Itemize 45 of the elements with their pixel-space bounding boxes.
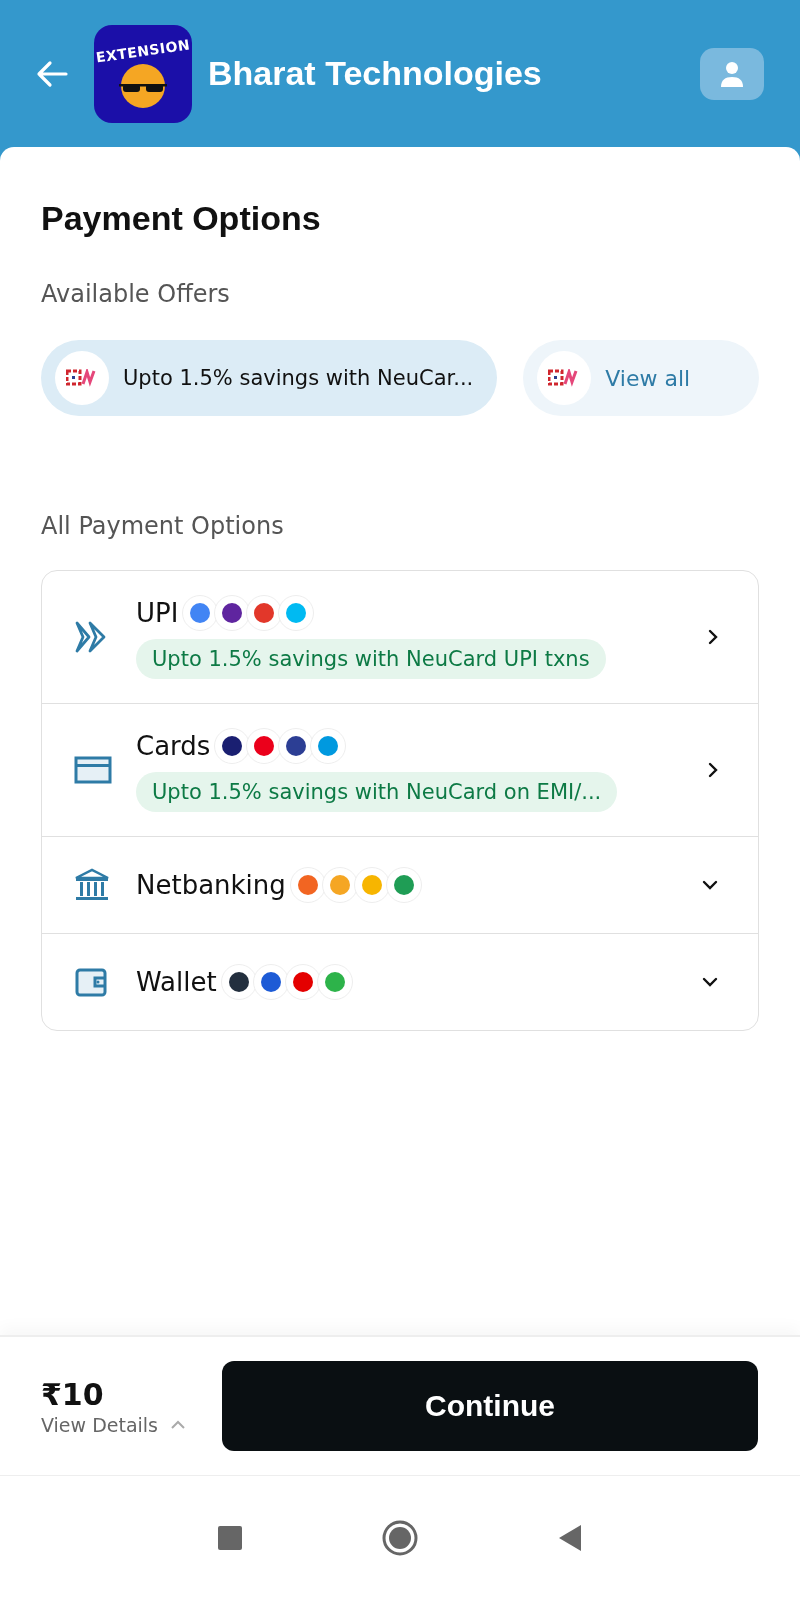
provider-logo-icon [310,728,347,764]
page-title: Payment Options [41,199,322,238]
view-details-link[interactable]: View Details [41,1413,186,1436]
back-arrow-icon[interactable] [36,59,68,88]
payment-method-name: UPI [136,598,179,628]
provider-logo-icon [353,867,390,903]
offer-badge: Upto 1.5% savings with NeuCard on EMI/... [136,772,618,812]
payment-option-row[interactable]: UPI Upto 1.5% savings with NeuCard UPI txns [42,571,758,703]
offer-chip[interactable]: Upto 1.5% savings with NeuCar... [41,340,498,416]
payment-option-row[interactable]: Wallet [42,933,758,1030]
provider-logo-icon [321,867,358,903]
provider-logo-icon [278,595,315,631]
payment-method-name: Cards [136,731,211,761]
bank-logo-icon [55,351,109,405]
chevron-down-icon[interactable] [702,880,718,890]
payment-option-row[interactable]: Netbanking [42,836,758,933]
bank-icon [74,868,110,902]
provider-logo-icon [316,964,353,1000]
provider-logo-icon [289,867,326,903]
section-heading: All Payment Options [41,512,285,540]
section-heading: Available Offers [41,280,231,308]
payment-option-row[interactable]: Cards Upto 1.5% savings with NeuCard on EMI/... [42,703,758,836]
person-icon [720,59,744,88]
double-chevron-icon [74,620,108,654]
provider-logo-icon [252,964,289,1000]
payment-method-name: Netbanking [136,870,286,900]
payment-method-name: Wallet [136,967,217,997]
chevron-down-icon[interactable] [702,977,718,987]
provider-logo-icon [284,964,321,1000]
smiley-icon [119,63,167,108]
profile-button[interactable] [700,47,764,100]
card-icon [74,755,112,785]
caret-up-icon [170,1419,186,1430]
chevron-right-icon[interactable] [708,762,718,778]
home-icon[interactable] [382,1520,418,1556]
view-all-chip[interactable]: View all [523,340,759,416]
provider-logo-icon [385,867,422,903]
continue-button[interactable]: Continue [222,1361,758,1451]
chevron-right-icon[interactable] [708,629,718,645]
total-amount: ₹10 [41,1376,105,1412]
provider-logo-icon [220,964,257,1000]
back-icon[interactable] [558,1524,582,1552]
merchant-name: Bharat Technologies [208,54,543,93]
bank-logo-icon [537,351,592,405]
offer-badge: Upto 1.5% savings with NeuCard UPI txns [136,639,606,679]
